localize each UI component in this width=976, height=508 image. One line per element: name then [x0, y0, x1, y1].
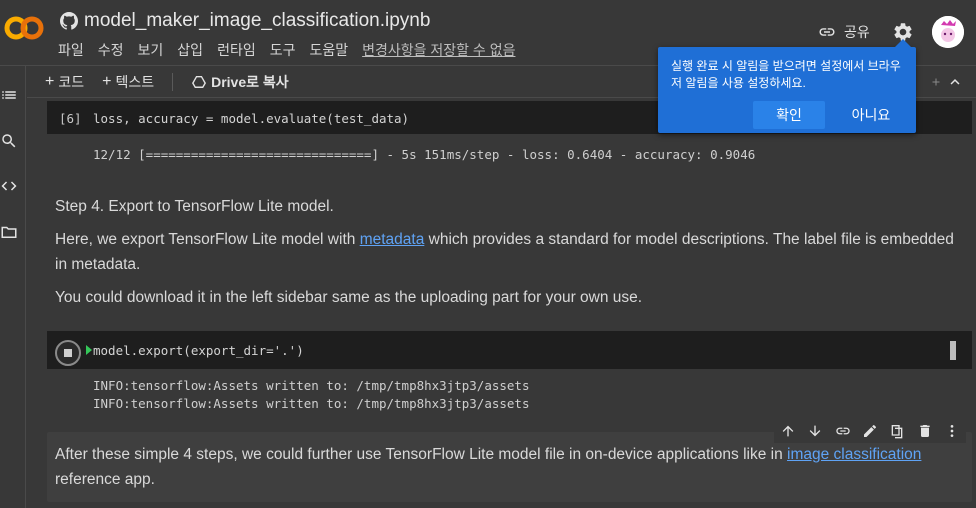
edit-icon[interactable] [862, 423, 878, 439]
mirror-cell-icon[interactable] [889, 423, 905, 439]
menu-tools[interactable]: 도구 [270, 40, 296, 60]
add-code-button[interactable]: + 코드 [45, 72, 84, 92]
step4-p1-text: Here, we export TensorFlow Lite model wi… [55, 231, 360, 248]
code-evaluate[interactable]: loss, accuracy = model.evaluate(test_dat… [93, 111, 409, 126]
move-down-icon[interactable] [807, 423, 823, 439]
run-cell-button[interactable] [55, 340, 81, 366]
final-text-after: reference app. [55, 471, 155, 488]
metadata-link[interactable]: metadata [360, 231, 425, 248]
notification-popup: 실행 완료 시 알림을 받으려면 설정에서 브라우저 알림을 사용 설정하세요.… [658, 39, 916, 133]
add-text-label: 텍스트 [115, 73, 155, 90]
stop-icon [64, 349, 72, 357]
menu-bar: 파일 수정 보기 삽입 런타임 도구 도움말 변경사항을 저장할 수 없음 [58, 40, 515, 60]
menu-runtime[interactable]: 런타임 [217, 40, 256, 60]
popup-message: 실행 완료 시 알림을 받으려면 설정에서 브라우저 알림을 사용 설정하세요. [671, 59, 901, 90]
chevron-up-icon[interactable] [946, 73, 964, 91]
link-icon [819, 28, 835, 36]
decline-button[interactable]: 아니요 [838, 101, 904, 129]
output-export-line-1: INFO:tensorflow:Assets written to: /tmp/… [93, 378, 530, 393]
output-evaluate: 12/12 [==============================] -… [93, 147, 756, 162]
colab-logo[interactable] [4, 14, 44, 42]
code-export[interactable]: model.export(export_dir='.') [93, 343, 304, 358]
table-of-contents-icon[interactable] [0, 86, 18, 104]
running-indicator-icon [86, 345, 92, 355]
copy-to-drive-button[interactable]: Drive로 복사 [191, 72, 289, 92]
avatar-image [932, 16, 964, 48]
unsaved-changes-link[interactable]: 변경사항을 저장할 수 없음 [362, 40, 515, 60]
plus-icon: + [102, 72, 112, 90]
delete-icon[interactable] [917, 423, 933, 439]
step4-heading: Step 4. Export to TensorFlow Lite model. [55, 198, 334, 215]
more-options-icon[interactable] [944, 423, 960, 439]
menu-insert[interactable]: 삽입 [177, 40, 203, 60]
confirm-button[interactable]: 확인 [753, 101, 825, 129]
move-up-icon[interactable] [780, 423, 796, 439]
plus-icon: + [45, 72, 55, 90]
copy-to-drive-label: Drive로 복사 [211, 73, 289, 90]
step4-paragraph-2: You could download it in the left sideba… [55, 289, 643, 306]
link-icon[interactable] [835, 423, 851, 439]
cell-scrollbar[interactable] [950, 341, 956, 360]
share-label: 공유 [844, 24, 870, 40]
avatar[interactable] [932, 16, 964, 48]
notebook-title[interactable]: model_maker_image_classification.ipynb [84, 10, 430, 32]
final-paragraph: After these simple 4 steps, we could fur… [55, 442, 960, 492]
add-icon[interactable] [930, 76, 942, 88]
folder-icon[interactable] [0, 223, 18, 241]
add-code-label: 코드 [58, 73, 85, 90]
toolbar-divider [172, 72, 174, 91]
menu-view[interactable]: 보기 [138, 40, 164, 60]
menu-edit[interactable]: 수정 [98, 40, 124, 60]
final-text: After these simple 4 steps, we could fur… [55, 446, 788, 463]
left-sidebar-rail [0, 66, 26, 508]
code-snippets-icon[interactable] [0, 177, 18, 195]
image-classification-link[interactable]: image classification [787, 446, 921, 463]
popup-arrow [895, 39, 911, 47]
output-export-line-2: INFO:tensorflow:Assets written to: /tmp/… [93, 396, 530, 411]
cell-execution-count: [6] [59, 111, 82, 126]
github-icon [60, 12, 78, 30]
step4-paragraph-1: Here, we export TensorFlow Lite model wi… [55, 227, 955, 277]
share-button[interactable]: 공유 [818, 22, 870, 42]
cell-toolbar [774, 419, 966, 443]
menu-file[interactable]: 파일 [58, 40, 84, 60]
menu-help[interactable]: 도움말 [309, 40, 348, 60]
add-text-button[interactable]: + 텍스트 [102, 72, 154, 92]
drive-icon [192, 75, 207, 88]
title-row: model_maker_image_classification.ipynb [60, 10, 430, 32]
search-icon[interactable] [0, 132, 18, 150]
